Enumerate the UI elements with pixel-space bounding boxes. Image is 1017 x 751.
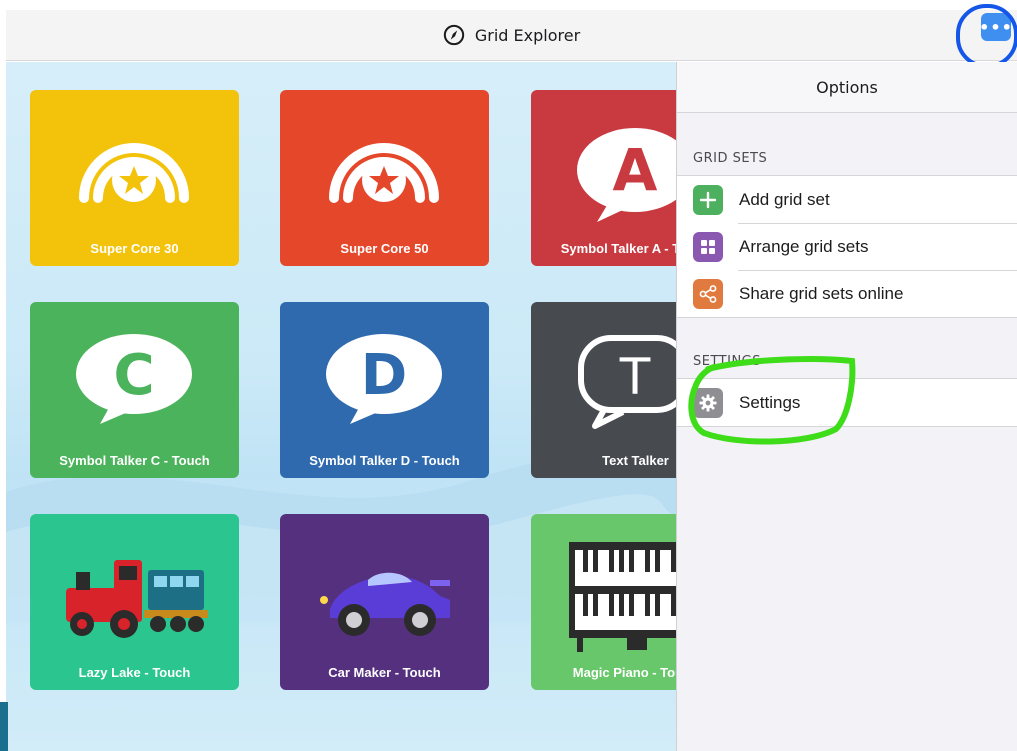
tile-lazy-lake[interactable]: Lazy Lake - Touch [30, 514, 239, 690]
svg-text:A: A [613, 136, 658, 204]
tile-magic-piano[interactable]: Magic Piano - Touch [531, 514, 676, 690]
tile-car-maker[interactable]: Car Maker - Touch [280, 514, 489, 690]
speech-bubble-c-icon: C [76, 334, 192, 424]
tile-label: Super Core 30 [90, 241, 179, 256]
share-grid-sets-online-label: Share grid sets online [739, 283, 904, 303]
options-title: Options [677, 62, 1017, 113]
app-title-group: Grid Explorer [443, 24, 580, 46]
piano-icon [569, 542, 676, 652]
grid-sets-list: Add grid set Arrange grid sets Share gri… [677, 175, 1017, 318]
add-grid-set-item[interactable]: Add grid set [677, 176, 1017, 223]
svg-text:D: D [361, 343, 407, 408]
tile-label: Symbol Talker A - Touch [560, 241, 676, 256]
super-core-icon [79, 143, 189, 203]
tile-label: Text Talker [602, 453, 669, 468]
share-grid-sets-online-item[interactable]: Share grid sets online [677, 270, 1017, 317]
settings-section-header: SETTINGS [693, 354, 762, 369]
settings-list: Settings [677, 378, 1017, 427]
tile-symbol-talker-c[interactable]: C Symbol Talker C - Touch [30, 302, 239, 478]
speech-bubble-a-icon: A [577, 128, 676, 222]
arrange-grid-sets-label: Arrange grid sets [739, 236, 869, 256]
car-icon [320, 572, 450, 636]
tile-label: Symbol Talker D - Touch [309, 453, 460, 468]
compass-icon [443, 24, 465, 46]
arrange-grid-sets-item[interactable]: Arrange grid sets [677, 223, 1017, 270]
tile-label: Magic Piano - Touch [572, 665, 676, 680]
tile-symbol-talker-d[interactable]: D Symbol Talker D - Touch [280, 302, 489, 478]
train-icon [66, 560, 208, 638]
speech-bubble-t-icon: T [578, 335, 676, 429]
tile-label: Car Maker - Touch [328, 665, 441, 680]
tile-label: Super Core 50 [340, 241, 429, 256]
more-options-button[interactable]: ••• [979, 13, 1012, 41]
add-grid-set-label: Add grid set [739, 189, 830, 209]
options-panel: Options GRID SETS Add grid set Arrange g… [676, 62, 1017, 751]
settings-label: Settings [739, 392, 801, 412]
tile-super-core-30[interactable]: Super Core 30 [30, 90, 239, 266]
super-core-icon [329, 143, 439, 203]
speech-bubble-d-icon: D [326, 334, 442, 424]
arrange-icon [693, 231, 723, 262]
grid-sets-section-header: GRID SETS [693, 151, 768, 166]
grid-sets-area: Super Core 30 Super Core 50 A Symbol Tal… [6, 62, 676, 751]
share-icon [693, 278, 723, 309]
tile-symbol-talker-a[interactable]: A Symbol Talker A - Touch [531, 90, 676, 266]
tile-text-talker[interactable]: T Text Talker [531, 302, 676, 478]
tile-label: Symbol Talker C - Touch [59, 453, 210, 468]
gear-icon [693, 387, 723, 418]
tile-label: Lazy Lake - Touch [78, 665, 191, 680]
plus-icon [693, 184, 723, 215]
tile-super-core-50[interactable]: Super Core 50 [280, 90, 489, 266]
svg-text:C: C [113, 343, 154, 408]
settings-item[interactable]: Settings [677, 379, 1017, 426]
title-bar: Grid Explorer [6, 10, 1017, 61]
svg-text:T: T [619, 348, 651, 406]
app-title: Grid Explorer [474, 25, 581, 45]
